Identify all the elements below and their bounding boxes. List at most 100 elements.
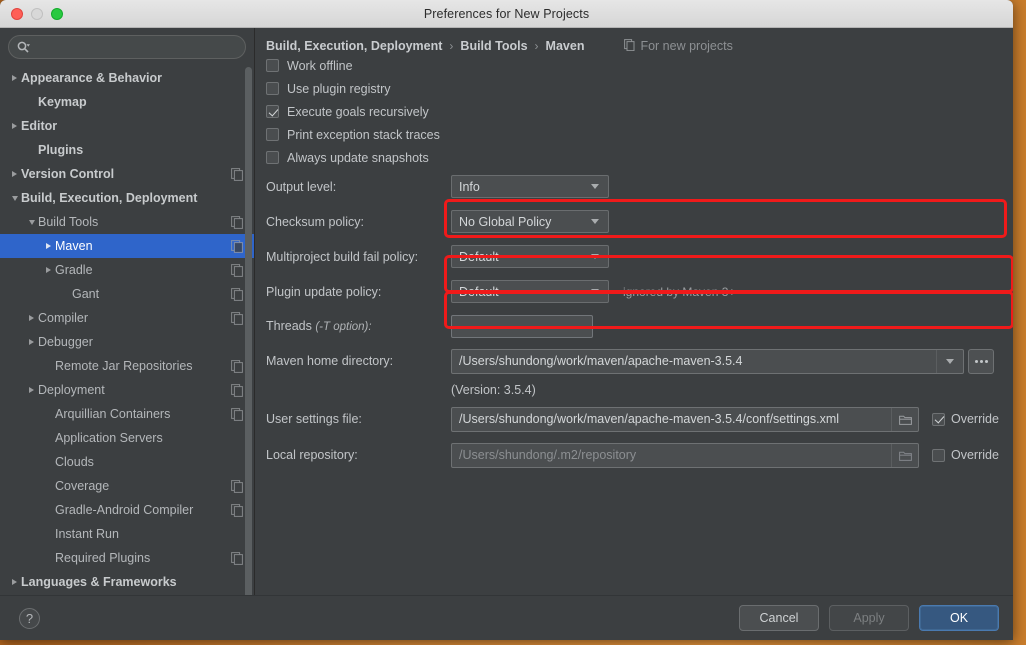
chevron-down-icon[interactable] — [25, 210, 38, 234]
copy-icon[interactable] — [231, 479, 244, 493]
local-repository-value[interactable]: /Users/shundong/.m2/repository — [452, 448, 891, 462]
sidebar-item-plugins[interactable]: Plugins — [0, 138, 254, 162]
chevron-right-icon[interactable] — [42, 234, 55, 258]
checkbox-row-use-plugin-registry[interactable]: Use plugin registry — [255, 77, 1013, 100]
maximize-window-icon[interactable] — [51, 7, 63, 20]
breadcrumb-item-1[interactable]: Build Tools — [460, 39, 527, 53]
sidebar-item-editor[interactable]: Editor — [0, 114, 254, 138]
local-repository-override-checkbox[interactable] — [932, 448, 945, 462]
user-settings-field[interactable]: /Users/shundong/work/maven/apache-maven-… — [451, 406, 919, 432]
sidebar-item-label: Required Plugins — [55, 551, 151, 565]
search-box[interactable] — [8, 35, 246, 59]
search-input[interactable] — [30, 39, 237, 55]
sidebar-item-remote-jar-repositories[interactable]: Remote Jar Repositories — [0, 354, 254, 378]
copy-icon[interactable] — [231, 503, 244, 517]
copy-icon[interactable] — [231, 383, 244, 397]
checkbox-row-work-offline[interactable]: Work offline — [255, 54, 1013, 77]
chevron-right-icon[interactable] — [8, 66, 21, 90]
chevron-down-icon[interactable] — [8, 186, 21, 210]
maven-home-dropdown-button[interactable] — [937, 350, 963, 373]
maven-home-browse-button[interactable] — [968, 348, 994, 374]
sidebar-item-appearance-behavior[interactable]: Appearance & Behavior — [0, 66, 254, 90]
close-window-icon[interactable] — [11, 7, 23, 20]
ok-button[interactable]: OK — [919, 605, 999, 631]
chevron-right-icon[interactable] — [25, 330, 38, 354]
sidebar-item-build-execution-deployment[interactable]: Build, Execution, Deployment — [0, 186, 254, 210]
checkbox-row-always-update-snapshots[interactable]: Always update snapshots — [255, 146, 1013, 169]
sidebar-item-gant[interactable]: Gant — [0, 282, 254, 306]
sidebar-item-compiler[interactable]: Compiler — [0, 306, 254, 330]
checkbox-row-execute-goals-recursively[interactable]: Execute goals recursively — [255, 100, 1013, 123]
local-repository-field[interactable]: /Users/shundong/.m2/repository — [451, 442, 919, 468]
maven-home-combo[interactable]: /Users/shundong/work/maven/apache-maven-… — [451, 348, 964, 374]
sidebar-item-maven[interactable]: Maven — [0, 234, 254, 258]
ellipsis-dot — [974, 359, 978, 363]
minimize-window-icon[interactable] — [31, 7, 43, 20]
checkbox[interactable] — [266, 82, 279, 95]
chevron-right-icon[interactable] — [25, 306, 38, 330]
sidebar-item-required-plugins[interactable]: Required Plugins — [0, 546, 254, 570]
copy-icon — [231, 359, 243, 373]
breadcrumb-item-2[interactable]: Maven — [546, 39, 585, 53]
copy-icon[interactable] — [231, 263, 244, 277]
user-settings-browse-button[interactable] — [892, 408, 918, 431]
sidebar-item-version-control[interactable]: Version Control — [0, 162, 254, 186]
breadcrumb-item-0[interactable]: Build, Execution, Deployment — [266, 39, 442, 53]
checkbox[interactable] — [266, 105, 279, 118]
sidebar-scrollbar-thumb[interactable] — [245, 67, 252, 612]
threads-input[interactable] — [451, 314, 593, 338]
window-body: Appearance & Behavior Keymap Editor Plugins… — [0, 28, 1013, 640]
help-button[interactable]: ? — [19, 607, 40, 629]
sidebar-item-label: Compiler — [38, 311, 89, 325]
chevron-right-icon[interactable] — [42, 258, 55, 282]
maven-home-value[interactable]: /Users/shundong/work/maven/apache-maven-… — [452, 354, 936, 368]
copy-icon[interactable] — [231, 311, 244, 325]
combo-checksum-policy[interactable]: No Global Policy — [451, 210, 609, 233]
sidebar-item-gradle[interactable]: Gradle — [0, 258, 254, 282]
chevron-right-icon[interactable] — [25, 378, 38, 402]
user-settings-override[interactable]: Override — [932, 412, 999, 426]
checkbox[interactable] — [266, 128, 279, 141]
sidebar-item-label: Remote Jar Repositories — [55, 359, 193, 373]
sidebar-item-arquillian-containers[interactable]: Arquillian Containers — [0, 402, 254, 426]
sidebar-item-build-tools[interactable]: Build Tools — [0, 210, 254, 234]
sidebar-scrollbar[interactable] — [245, 67, 252, 619]
sidebar-item-keymap[interactable]: Keymap — [0, 90, 254, 114]
settings-tree[interactable]: Appearance & Behavior Keymap Editor Plugins… — [0, 65, 254, 640]
chevron-right-icon[interactable] — [8, 114, 21, 138]
combo-value: No Global Policy — [459, 214, 552, 229]
sidebar-item-debugger[interactable]: Debugger — [0, 330, 254, 354]
copy-icon[interactable] — [231, 215, 244, 229]
combo-plugin-update-policy[interactable]: Default — [451, 280, 609, 303]
user-settings-value[interactable]: /Users/shundong/work/maven/apache-maven-… — [452, 412, 891, 426]
combo-output-level[interactable]: Info — [451, 175, 609, 198]
local-repository-browse-button[interactable] — [892, 444, 918, 467]
copy-icon[interactable] — [231, 359, 244, 373]
sidebar-item-languages-frameworks[interactable]: Languages & Frameworks — [0, 570, 254, 594]
sidebar-item-application-servers[interactable]: Application Servers — [0, 426, 254, 450]
window-title: Preferences for New Projects — [423, 6, 590, 21]
local-repository-override[interactable]: Override — [932, 448, 999, 462]
copy-icon[interactable] — [231, 167, 244, 181]
copy-icon[interactable] — [231, 407, 244, 421]
sidebar-item-instant-run[interactable]: Instant Run — [0, 522, 254, 546]
checkbox-row-print-exception-stack-traces[interactable]: Print exception stack traces — [255, 123, 1013, 146]
combo-multiproject-build-fail-policy[interactable]: Default — [451, 245, 609, 268]
user-settings-override-checkbox[interactable] — [932, 412, 945, 426]
chevron-right-icon[interactable] — [8, 570, 21, 594]
sidebar-item-clouds[interactable]: Clouds — [0, 450, 254, 474]
sidebar-item-label: Plugins — [38, 143, 84, 157]
cancel-button[interactable]: Cancel — [739, 605, 819, 631]
copy-icon[interactable] — [231, 551, 244, 565]
chevron-right-icon[interactable] — [8, 162, 21, 186]
sidebar-item-coverage[interactable]: Coverage — [0, 474, 254, 498]
checkbox[interactable] — [266, 59, 279, 72]
copy-icon[interactable] — [231, 239, 244, 253]
sidebar-item-gradle-android-compiler[interactable]: Gradle-Android Compiler — [0, 498, 254, 522]
sidebar-item-deployment[interactable]: Deployment — [0, 378, 254, 402]
copy-icon[interactable] — [231, 287, 244, 301]
user-settings-override-label: Override — [951, 412, 999, 426]
checkbox[interactable] — [266, 151, 279, 164]
